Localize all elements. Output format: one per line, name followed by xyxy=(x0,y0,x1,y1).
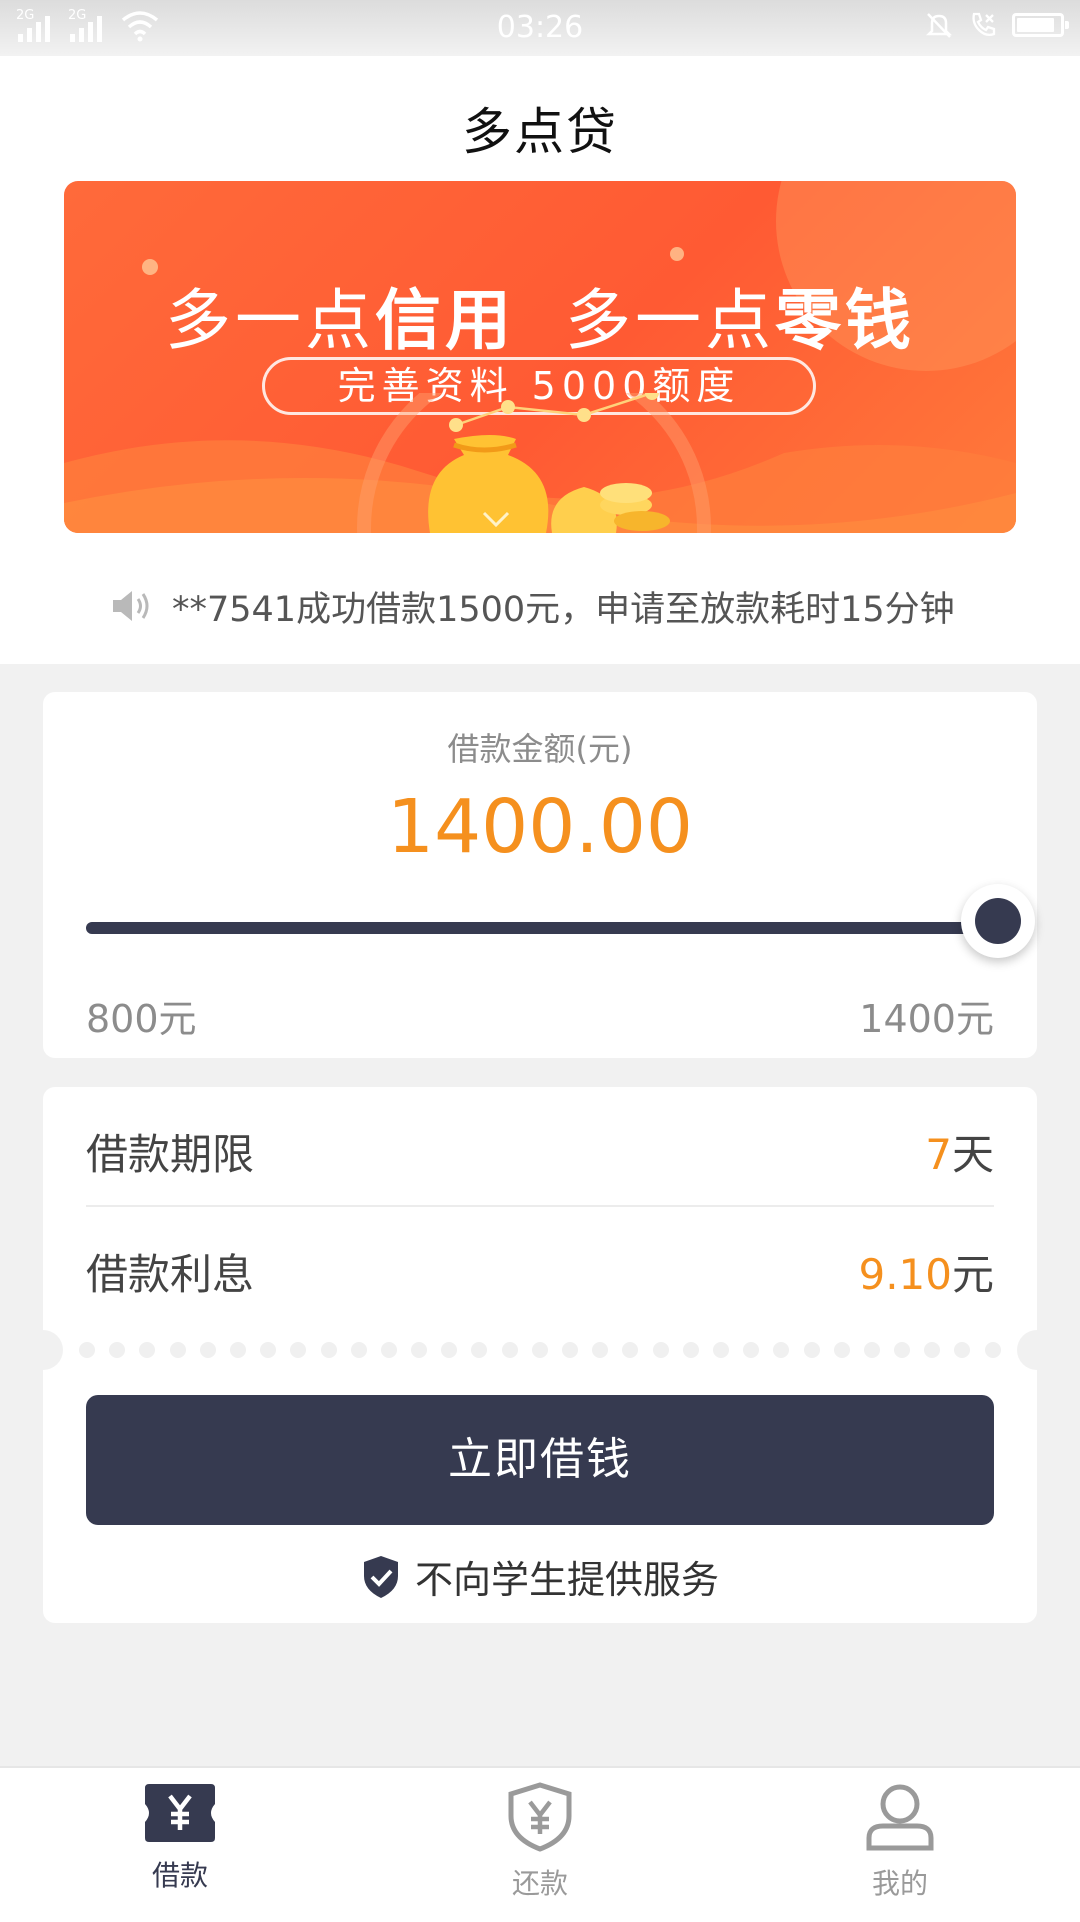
amount-label: 借款金额(元) xyxy=(447,730,633,768)
divider-dot xyxy=(139,1342,156,1358)
divider-dot xyxy=(924,1342,941,1358)
divider-dot xyxy=(109,1342,126,1358)
nav-label-loan: 借款 xyxy=(151,1859,208,1892)
battery-level xyxy=(1017,18,1055,32)
divider-dot xyxy=(592,1342,609,1358)
banner-headline: 多一点信用 多一点零钱 xyxy=(64,267,1016,363)
page-title: 多点贷 xyxy=(462,103,618,161)
divider-dot xyxy=(290,1342,307,1358)
status-bar: 2G 2G 03:26 xyxy=(0,0,1080,56)
speaker-icon xyxy=(113,591,149,621)
banner-decoration xyxy=(670,247,684,261)
divider-dot xyxy=(622,1342,639,1358)
divider-dot xyxy=(803,1342,820,1358)
amount-min-label: 800元 xyxy=(86,997,197,1041)
loan-amount-card: 借款金额(元) 1400.00 800元 1400元 xyxy=(43,692,1037,1058)
loan-interest-value: 9.10元 xyxy=(858,1241,994,1302)
divider-dot xyxy=(350,1342,367,1358)
amount-max-label: 1400元 xyxy=(859,997,994,1041)
banner-headline-part1: 多一点 xyxy=(165,282,376,359)
divider-dot xyxy=(380,1342,397,1358)
nav-label-repay: 还款 xyxy=(511,1867,568,1900)
divider-dot xyxy=(199,1342,216,1358)
notice-bar: **7541成功借款1500元，申请至放款耗时15分钟 xyxy=(110,576,955,636)
divider-dot xyxy=(562,1342,578,1358)
divider-dot xyxy=(652,1342,669,1358)
shield-check-icon xyxy=(363,1555,398,1598)
user-icon xyxy=(866,1784,934,1851)
student-notice: 不向学生提供服务 xyxy=(43,1549,1037,1604)
loan-interest-unit: 元 xyxy=(951,1250,994,1299)
divider-dot xyxy=(260,1342,277,1358)
amount-value: 1400.00 xyxy=(386,784,693,870)
student-notice-text: 不向学生提供服务 xyxy=(414,1558,719,1602)
status-right xyxy=(924,10,1069,40)
header: 多点贷 多一点信用 多一点零钱 完善资料 5000额度 **7541成功借款15… xyxy=(0,56,1080,664)
divider-dot xyxy=(712,1342,729,1358)
loan-period-row: 借款期限 7天 xyxy=(86,1087,994,1207)
bottom-nav: 借款 还款 我的 xyxy=(0,1766,1080,1922)
loan-period-label: 借款期限 xyxy=(86,1130,255,1179)
battery-icon xyxy=(1012,13,1069,37)
silent-bell-icon xyxy=(925,13,953,38)
divider-dot xyxy=(441,1342,458,1358)
dotted-line xyxy=(79,1342,1001,1358)
call-icon xyxy=(972,12,996,37)
divider-dot xyxy=(169,1342,186,1358)
amount-slider[interactable] xyxy=(86,884,1035,958)
ticket-divider xyxy=(23,1330,1057,1370)
loan-interest-number: 9.10 xyxy=(858,1250,952,1299)
divider-dot xyxy=(984,1342,1001,1358)
promo-banner[interactable]: 多一点信用 多一点零钱 完善资料 5000额度 xyxy=(64,181,1016,533)
status-time: 03:26 xyxy=(496,10,584,45)
divider-dot xyxy=(79,1342,95,1358)
divider-dot xyxy=(229,1342,246,1358)
loan-period-number: 7 xyxy=(925,1130,952,1179)
divider-dot xyxy=(320,1342,337,1358)
divider-dot xyxy=(954,1342,971,1358)
loan-period-unit: 天 xyxy=(951,1130,994,1179)
divider-dot xyxy=(471,1342,488,1358)
loan-ticket-icon xyxy=(145,1784,215,1842)
divider-dot xyxy=(501,1342,518,1358)
loan-interest-label: 借款利息 xyxy=(86,1250,255,1299)
divider-dot xyxy=(682,1342,699,1358)
banner-headline-part2-bold: 零钱 xyxy=(774,282,915,359)
ticket-notch-right xyxy=(1017,1330,1057,1370)
nav-label-mine: 我的 xyxy=(871,1867,928,1900)
loan-period-value: 7天 xyxy=(925,1121,994,1182)
slider-fill xyxy=(86,922,998,934)
loan-interest-row: 借款利息 9.10元 xyxy=(86,1207,994,1325)
banner-headline-part2: 多一点 xyxy=(564,282,775,359)
divider-dot xyxy=(531,1342,548,1358)
divider-dot xyxy=(411,1342,428,1358)
loan-terms-card: 借款期限 7天 借款利息 9.10元 立即借钱 不向学生提供服务 xyxy=(23,1087,1057,1623)
repay-shield-icon xyxy=(508,1782,572,1852)
divider-dot xyxy=(894,1342,911,1358)
divider-dot xyxy=(743,1342,760,1358)
money-bag-illustration xyxy=(64,393,1016,533)
divider-dot xyxy=(773,1342,790,1358)
divider-dot xyxy=(863,1342,880,1358)
slider-thumb[interactable] xyxy=(961,884,1035,958)
notice-text: **7541成功借款1500元，申请至放款耗时15分钟 xyxy=(172,589,955,630)
borrow-now-button[interactable]: 立即借钱 xyxy=(86,1395,994,1525)
nav-item-mine[interactable]: 我的 xyxy=(800,1782,1000,1918)
banner-headline-part1-bold: 信用 xyxy=(375,282,516,359)
nav-item-loan[interactable]: 借款 xyxy=(80,1782,280,1918)
divider-dot xyxy=(833,1342,850,1358)
nav-item-repay[interactable]: 还款 xyxy=(440,1782,640,1918)
ticket-notch-left xyxy=(23,1330,63,1370)
